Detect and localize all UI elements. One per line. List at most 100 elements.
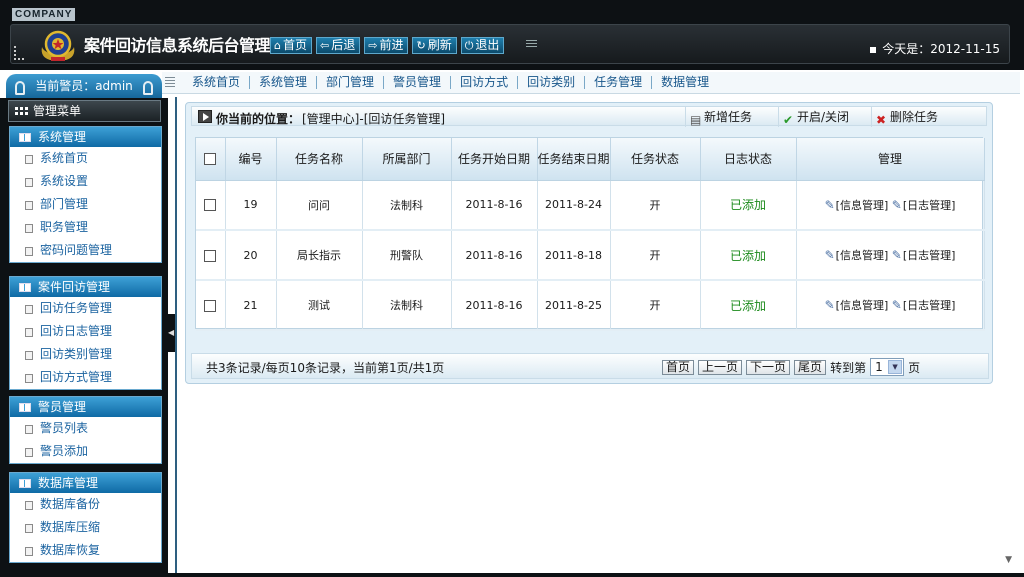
sidebar-item-db-backup[interactable]: 数据库备份 bbox=[10, 493, 161, 516]
home-button[interactable]: ⌂ 首页 bbox=[270, 37, 312, 54]
info-manage-link[interactable]: ✎[信息管理] bbox=[824, 248, 889, 262]
row-checkbox[interactable] bbox=[204, 199, 217, 212]
pencil-icon: ✎ bbox=[891, 197, 902, 212]
header: COMPANY 案件回访信息系统后台管理中心 ⌂ 首页 ⇦ 后退 ⇨ 前进 ↻ 刷新 ⏻… bbox=[0, 0, 1024, 70]
log-status: 已添加 bbox=[729, 248, 766, 263]
scroll-down-icon[interactable]: ▼ bbox=[1005, 555, 1012, 565]
pencil-icon: ✎ bbox=[824, 298, 835, 312]
cell-start: 2011-8-16 bbox=[451, 230, 538, 281]
toggle-task-button[interactable]: ✔ 开启/关闭 bbox=[778, 107, 871, 127]
info-manage-link[interactable]: ✎[信息管理] bbox=[824, 298, 889, 312]
cell-name: 问问 bbox=[276, 180, 363, 231]
cell-end: 2011-8-24 bbox=[537, 180, 611, 231]
next-page-button[interactable]: 下一页 bbox=[746, 359, 791, 375]
row-checkbox[interactable] bbox=[204, 249, 217, 262]
cell-status: 开 bbox=[610, 230, 701, 281]
back-button[interactable]: ⇦ 后退 bbox=[316, 37, 361, 54]
forward-button[interactable]: ⇨ 前进 bbox=[364, 37, 409, 54]
first-page-button[interactable]: 首页 bbox=[662, 359, 695, 375]
logout-button[interactable]: ⏻ 退出 bbox=[460, 37, 505, 54]
pagination-bar: 共3条记录/每页10条记录，当前第1页/共1页 首页 上一页 下一页 尾页 转到… bbox=[191, 353, 989, 379]
cell-start: 2011-8-16 bbox=[451, 280, 538, 331]
sidebar-group-title[interactable]: 案件回访管理 bbox=[10, 277, 161, 297]
sidebar-item-visit-categories[interactable]: 回访类别管理 bbox=[10, 343, 161, 366]
row-checkbox[interactable] bbox=[204, 299, 217, 312]
column-header: 编号 bbox=[225, 138, 277, 181]
book-icon bbox=[19, 403, 31, 412]
task-panel: 你当前的位置： [管理中心]-[回访任务管理] ▤ 新增任务 ✔ 开启/关闭 ✖ 删除… bbox=[185, 102, 993, 384]
pencil-icon: ✎ bbox=[891, 298, 902, 312]
select-all-checkbox[interactable] bbox=[204, 153, 217, 166]
column-header: 日志状态 bbox=[700, 138, 797, 181]
column-header: 所属部门 bbox=[362, 138, 452, 181]
sidebar-menu-head: 管理菜单 bbox=[8, 100, 161, 122]
doc-icon bbox=[25, 351, 33, 360]
task-table: 编号 任务名称 所属部门 任务开始日期 任务结束日期 任务状态 日志状态 管理 … bbox=[195, 137, 985, 331]
doc-icon bbox=[25, 374, 33, 383]
sidebar-group-title[interactable]: 警员管理 bbox=[10, 397, 161, 417]
doc-icon bbox=[25, 501, 33, 510]
today-date: 今天是：2012-11-15 bbox=[870, 40, 1000, 57]
sidebar-item-departments[interactable]: 部门管理 bbox=[10, 193, 161, 216]
sidebar-item-police-add[interactable]: 警员添加 bbox=[10, 440, 161, 463]
delete-task-button[interactable]: ✖ 删除任务 bbox=[871, 107, 964, 127]
doc-icon bbox=[25, 224, 33, 233]
log-manage-link[interactable]: ✎[日志管理] bbox=[891, 197, 956, 212]
chevron-down-icon: ▼ bbox=[888, 360, 903, 374]
cell-id: 20 bbox=[225, 230, 277, 281]
topmenu-item-police[interactable]: 警员管理 bbox=[384, 76, 452, 89]
current-user-tab: 当前警员：admin bbox=[6, 74, 162, 98]
page-select[interactable]: 1 ▼ bbox=[870, 358, 905, 376]
topmenu-item-home[interactable]: 系统首页 bbox=[183, 76, 251, 89]
log-manage-link[interactable]: ✎[日志管理] bbox=[891, 298, 956, 312]
cell-status: 开 bbox=[610, 280, 701, 331]
sidebar-item-positions[interactable]: 职务管理 bbox=[10, 216, 161, 239]
sidebar-item-password-questions[interactable]: 密码问题管理 bbox=[10, 239, 161, 262]
sidebar-group-case-visit: 案件回访管理 回访任务管理 回访日志管理 回访类别管理 回访方式管理 bbox=[9, 276, 162, 390]
topmenu-item-task[interactable]: 任务管理 bbox=[585, 76, 653, 89]
sidebar-item-visit-logs[interactable]: 回访日志管理 bbox=[10, 320, 161, 343]
pencil-icon: ✎ bbox=[824, 248, 835, 262]
topmenu-item-visit-method[interactable]: 回访方式 bbox=[451, 76, 519, 89]
last-page-button[interactable]: 尾页 bbox=[794, 359, 827, 375]
sidebar-group-title[interactable]: 系统管理 bbox=[10, 127, 161, 147]
police-emblem-icon bbox=[41, 30, 75, 61]
topmenu-item-visit-category[interactable]: 回访类别 bbox=[518, 76, 586, 89]
topmenu-item-system[interactable]: 系统管理 bbox=[250, 76, 318, 89]
log-manage-link[interactable]: ✎[日志管理] bbox=[892, 248, 956, 262]
pencil-icon: ✎ bbox=[824, 197, 835, 212]
cell-id: 19 bbox=[225, 180, 277, 231]
add-task-button[interactable]: ▤ 新增任务 bbox=[685, 107, 778, 127]
doc-icon bbox=[25, 155, 33, 164]
column-header: 管理 bbox=[796, 138, 985, 181]
location-label: 你当前的位置： bbox=[216, 112, 301, 126]
refresh-button[interactable]: ↻ 刷新 bbox=[412, 37, 457, 54]
info-manage-link[interactable]: ✎[信息管理] bbox=[824, 197, 889, 212]
sidebar-item-db-compress[interactable]: 数据库压缩 bbox=[10, 516, 161, 539]
collapse-sidebar-button[interactable]: ◀ bbox=[168, 314, 175, 352]
column-header: 任务结束日期 bbox=[537, 138, 611, 181]
cell-id: 21 bbox=[225, 280, 277, 331]
sidebar-item-system-settings[interactable]: 系统设置 bbox=[10, 170, 161, 193]
cell-name: 测试 bbox=[276, 280, 363, 331]
sidebar-item-visit-methods[interactable]: 回访方式管理 bbox=[10, 366, 161, 389]
book-icon bbox=[19, 133, 31, 142]
table-header-row: 编号 任务名称 所属部门 任务开始日期 任务结束日期 任务状态 日志状态 管理 bbox=[196, 138, 985, 181]
column-header: 任务状态 bbox=[610, 138, 701, 181]
sidebar-item-police-list[interactable]: 警员列表 bbox=[10, 417, 161, 440]
check-icon: ✔ bbox=[783, 113, 794, 127]
pagination: 首页 上一页 下一页 尾页 转到第 1 ▼ 页 bbox=[662, 358, 920, 376]
topmenu-item-department[interactable]: 部门管理 bbox=[317, 76, 385, 89]
column-header: 任务开始日期 bbox=[451, 138, 538, 181]
sidebar-group-title[interactable]: 数据库管理 bbox=[10, 473, 161, 493]
topmenu-item-data[interactable]: 数据管理 bbox=[652, 76, 718, 89]
sidebar-item-visit-tasks[interactable]: 回访任务管理 bbox=[10, 297, 161, 320]
doc-icon bbox=[25, 305, 33, 314]
sidebar-item-system-home[interactable]: 系统首页 bbox=[10, 147, 161, 170]
system-title: 案件回访信息系统后台管理中心 bbox=[84, 36, 302, 55]
prev-page-button[interactable]: 上一页 bbox=[698, 359, 743, 375]
doc-icon bbox=[25, 178, 33, 187]
sidebar-item-db-restore[interactable]: 数据库恢复 bbox=[10, 539, 161, 562]
cell-end: 2011-8-25 bbox=[537, 280, 611, 331]
menu-handle-icon bbox=[165, 76, 175, 89]
